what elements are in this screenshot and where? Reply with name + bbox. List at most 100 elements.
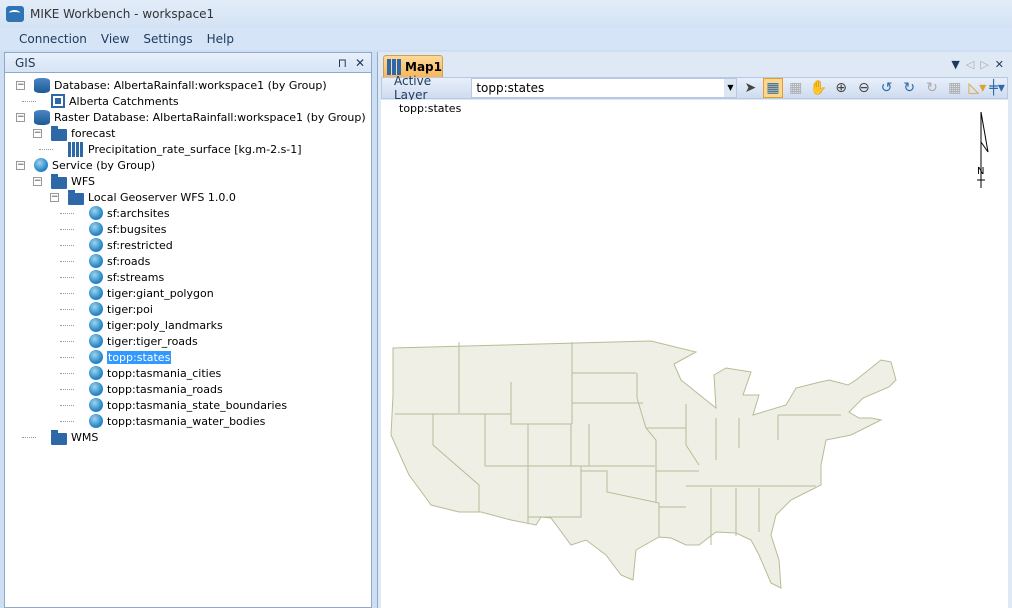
tree-item[interactable]: Database: AlbertaRainfall:workspace1 (by… [34, 77, 327, 93]
pan-hand-icon[interactable]: ✋ [809, 78, 829, 98]
tree-connector [60, 341, 74, 342]
settings-sliders-icon[interactable]: ╪▾ [987, 78, 1007, 98]
tree-item-label: topp:tasmania_water_bodies [107, 414, 266, 428]
tree-item[interactable]: topp:tasmania_state_boundaries [89, 397, 287, 413]
collapse-toggle[interactable]: − [16, 161, 25, 170]
select-pointer-icon[interactable]: ➤ [740, 78, 760, 98]
tree-item[interactable]: sf:archsites [89, 205, 170, 221]
tree-item[interactable]: topp:tasmania_water_bodies [89, 413, 265, 429]
tree-connector [60, 293, 74, 294]
gis-panel-title: GIS [15, 55, 36, 70]
tree-item-label: topp:tasmania_state_boundaries [107, 398, 288, 412]
measure-icon[interactable]: ◺▾ [968, 78, 988, 98]
us-outline [390, 340, 897, 589]
gis-panel: GIS ⊓ ✕ Database: AlbertaRainfall:workspa… [4, 52, 372, 608]
globe-icon [89, 350, 103, 364]
collapse-toggle[interactable]: − [33, 129, 42, 138]
globe-icon [89, 382, 103, 396]
close-map-icon[interactable]: ✕ [995, 58, 1004, 71]
tree-item[interactable]: WMS [51, 429, 98, 445]
tree-item[interactable]: Raster Database: AlbertaRainfall:workspa… [34, 109, 366, 125]
tree-item[interactable]: Precipitation_rate_surface [kg.m-2.s-1] [68, 141, 302, 157]
tree-item[interactable]: topp:tasmania_roads [89, 381, 223, 397]
tree-item-label: Database: AlbertaRainfall:workspace1 (by… [54, 78, 327, 92]
map-toolbar: Active Layer topp:states ▼ ➤ ▦ ▦ ✋ ⊕ ⊖ ↺ … [381, 74, 1008, 102]
menu-help[interactable]: Help [207, 32, 234, 46]
globe-icon [89, 302, 103, 316]
close-icon[interactable]: ✕ [355, 56, 365, 70]
tree-connector [60, 389, 74, 390]
tree-item[interactable]: tiger:tiger_roads [89, 333, 198, 349]
clear-selection-icon[interactable]: ▦ [786, 78, 806, 98]
zoom-extent-icon[interactable]: ▦ [945, 78, 965, 98]
tree-item[interactable]: sf:bugsites [89, 221, 166, 237]
tree-connector [60, 213, 74, 214]
menu-bar: Connection View Settings Help [0, 28, 1012, 50]
tree-item[interactable]: sf:streams [89, 269, 164, 285]
chevron-down-icon[interactable]: ▼ [724, 79, 737, 97]
tree-connector [60, 229, 74, 230]
tree-item-label: sf:roads [107, 254, 151, 268]
map-canvas[interactable]: topp:states N [381, 100, 1008, 608]
tree-item-label: topp:states [107, 350, 172, 364]
tree-item-label: tiger:giant_polygon [107, 286, 214, 300]
tree-item[interactable]: forecast [51, 125, 115, 141]
tree-item-label: WMS [71, 430, 99, 444]
tree-item-label: Service (by Group) [52, 158, 156, 172]
active-layer-select[interactable]: topp:states ▼ [471, 78, 738, 98]
select-features-icon[interactable]: ▦ [763, 78, 783, 98]
tree-item[interactable]: tiger:poi [89, 301, 153, 317]
globe-icon [89, 334, 103, 348]
zoom-out-icon[interactable]: ⊖ [854, 78, 874, 98]
tree-item[interactable]: tiger:poly_landmarks [89, 317, 223, 333]
zoom-next-icon[interactable]: ↻ [899, 78, 919, 98]
tree-item[interactable]: Service (by Group) [34, 157, 155, 173]
zoom-previous-icon[interactable]: ↺ [877, 78, 897, 98]
menu-view[interactable]: View [101, 32, 129, 46]
collapse-toggle[interactable]: − [16, 81, 25, 90]
tree-item[interactable]: sf:roads [89, 253, 150, 269]
menu-settings[interactable]: Settings [143, 32, 192, 46]
tree-item[interactable]: topp:tasmania_cities [89, 365, 221, 381]
map-window: Map1 ▼ ◁ ▷ ✕ Active Layer topp:states ▼ ➤ ▦ … [377, 52, 1012, 608]
dropdown-icon[interactable]: ▼ [951, 58, 959, 71]
zoom-layer-icon[interactable]: ↻ [922, 78, 942, 98]
tree-connector [60, 277, 74, 278]
globe-icon [89, 398, 103, 412]
zoom-in-icon[interactable]: ⊕ [831, 78, 851, 98]
collapse-toggle[interactable]: − [16, 113, 25, 122]
scroll-right-icon[interactable]: ▷ [980, 58, 988, 71]
folder-icon [51, 125, 67, 141]
tree-item-label: sf:restricted [107, 238, 173, 252]
menu-connection[interactable]: Connection [19, 32, 87, 46]
window-title: MIKE Workbench - workspace1 [30, 7, 215, 21]
north-arrow-icon: N [977, 111, 989, 188]
tree-item[interactable]: WFS [51, 173, 95, 189]
collapse-toggle[interactable]: − [33, 177, 42, 186]
folder-icon [51, 429, 67, 445]
tree-connector [60, 325, 74, 326]
tree-item[interactable]: Local Geoserver WFS 1.0.0 [68, 189, 236, 205]
tree-item-label: topp:tasmania_cities [107, 366, 222, 380]
collapse-toggle[interactable]: − [50, 193, 59, 202]
tree-connector [22, 437, 36, 438]
scroll-left-icon[interactable]: ◁ [966, 58, 974, 71]
tree-item-label: sf:bugsites [107, 222, 167, 236]
tab-label: Map1 [405, 59, 442, 74]
tree-item[interactable]: sf:restricted [89, 237, 173, 253]
database-icon [34, 77, 50, 93]
tree-item-label: Local Geoserver WFS 1.0.0 [88, 190, 236, 204]
gis-panel-header: GIS ⊓ ✕ [5, 53, 371, 73]
globe-icon [89, 238, 103, 252]
globe-icon [89, 206, 103, 220]
tree-item[interactable]: Alberta Catchments [51, 93, 179, 109]
tree-item-label: forecast [71, 126, 116, 140]
tree-item-label: Alberta Catchments [69, 94, 179, 108]
app-icon [6, 6, 24, 22]
tree-item-label: tiger:poly_landmarks [107, 318, 223, 332]
active-layer-label: Active Layer [394, 74, 432, 102]
layer-caption: topp:states [399, 102, 462, 115]
pin-icon[interactable]: ⊓ [338, 56, 347, 70]
tree-item[interactable]: topp:states [89, 349, 172, 365]
tree-item[interactable]: tiger:giant_polygon [89, 285, 214, 301]
